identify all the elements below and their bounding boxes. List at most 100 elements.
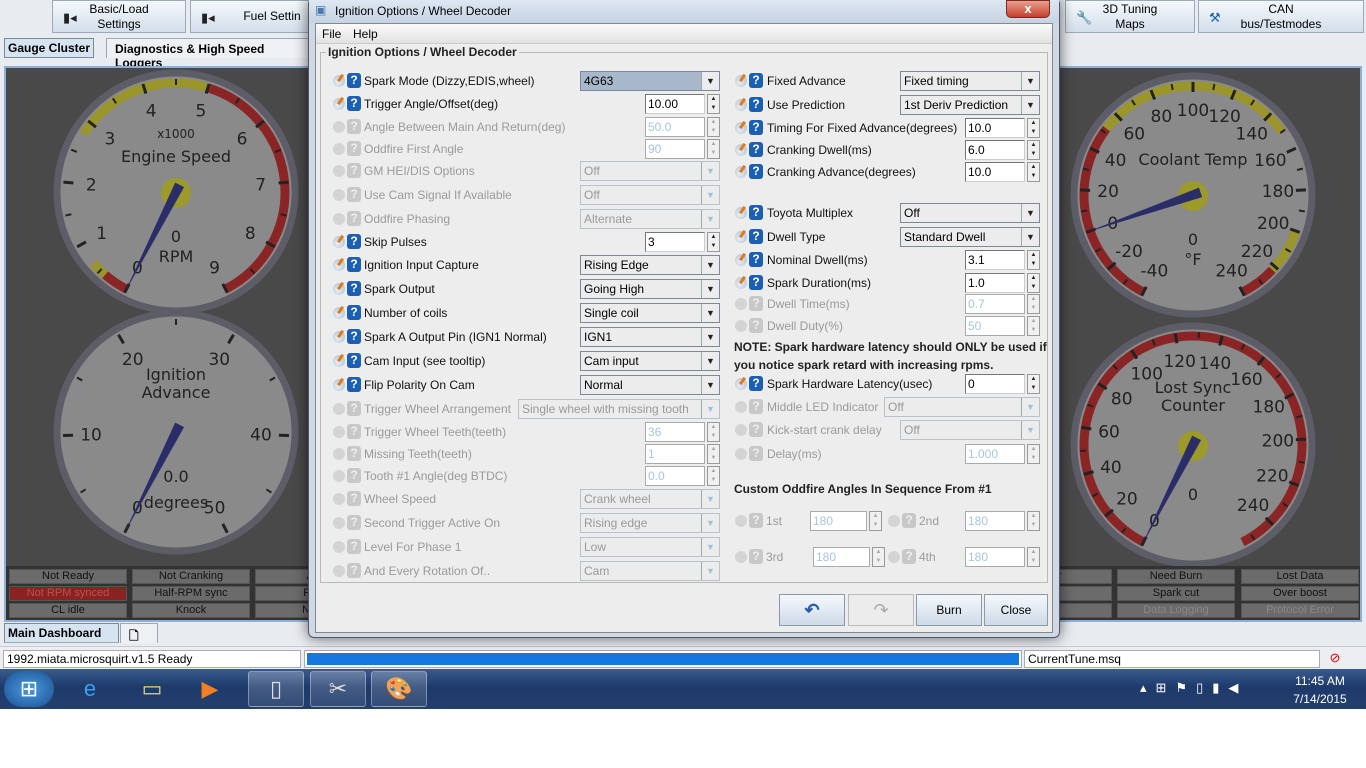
number-input[interactable]: 10.0 [965, 162, 1025, 182]
number-input[interactable]: 50.0 [645, 117, 705, 137]
help-icon[interactable]: ? [347, 377, 361, 392]
menu-help[interactable]: Help [353, 27, 378, 41]
spinner-arrows-icon[interactable]: ▲ ▼ [1027, 250, 1040, 270]
dropdown[interactable]: Rising edge ▼ [580, 513, 720, 533]
redo-button[interactable]: ↷ [848, 594, 914, 626]
help-icon[interactable]: ? [749, 318, 763, 333]
menu-file[interactable]: File [322, 27, 341, 41]
help-icon[interactable]: ? [347, 329, 361, 344]
dropdown[interactable]: 1st Deriv Prediction ▼ [900, 95, 1040, 115]
chevron-down-icon[interactable]: ▼ [701, 304, 719, 322]
spinner-arrows-icon[interactable]: ▲ ▼ [1027, 444, 1040, 464]
paint-icon[interactable]: 🎨 [371, 671, 427, 707]
help-icon[interactable]: ? [347, 491, 361, 506]
chevron-down-icon[interactable]: ▼ [701, 280, 719, 298]
dropdown[interactable]: Off ▼ [580, 185, 720, 205]
help-icon[interactable]: ? [749, 229, 763, 244]
close-icon[interactable]: x [1006, 0, 1050, 18]
chevron-down-icon[interactable]: ▼ [1021, 72, 1039, 90]
offline-icon[interactable]: ⊘ [1325, 650, 1345, 668]
help-icon[interactable]: ? [347, 446, 361, 461]
chevron-down-icon[interactable]: ▼ [701, 400, 719, 418]
can-bus-testmodes-button[interactable]: ⚒ CAN bus/Testmodes [1198, 0, 1364, 33]
help-icon[interactable]: ? [749, 399, 763, 414]
spinner-arrows-icon[interactable]: ▲ ▼ [869, 511, 882, 531]
spinner-arrows-icon[interactable]: ▲ ▼ [1027, 547, 1040, 567]
fuel-settings-button[interactable]: ▮◂ Fuel Settin [190, 0, 324, 33]
media-player-icon[interactable]: ▶ [182, 671, 238, 707]
help-icon[interactable]: ? [749, 97, 763, 112]
help-icon[interactable]: ? [347, 424, 361, 439]
basic-load-settings-button[interactable]: ▮◂ Basic/Load Settings [52, 0, 186, 33]
help-icon[interactable]: ? [749, 205, 763, 220]
dropdown[interactable]: Cam input ▼ [580, 351, 720, 371]
dropdown[interactable]: Standard Dwell ▼ [900, 227, 1040, 247]
dropdown[interactable]: IGN1 ▼ [580, 327, 720, 347]
help-icon[interactable]: ? [347, 563, 361, 578]
help-icon[interactable]: ? [347, 539, 361, 554]
dropdown[interactable]: Alternate ▼ [580, 209, 720, 229]
dropdown[interactable]: Normal ▼ [580, 375, 720, 395]
help-icon[interactable]: ? [749, 73, 763, 88]
spinner-arrows-icon[interactable]: ▲ ▼ [1027, 273, 1040, 293]
number-input[interactable]: 180 [813, 547, 870, 567]
chevron-down-icon[interactable]: ▼ [701, 538, 719, 556]
spinner-arrows-icon[interactable]: ▲ ▼ [872, 547, 885, 567]
dropdown[interactable]: Low ▼ [580, 537, 720, 557]
help-icon[interactable]: ? [347, 141, 361, 156]
help-icon[interactable]: ? [749, 120, 763, 135]
spinner-arrows-icon[interactable]: ▲ ▼ [1027, 294, 1040, 314]
dialog-taskbar-icon[interactable]: ✂ [310, 671, 366, 707]
chevron-down-icon[interactable]: ▼ [701, 186, 719, 204]
help-icon[interactable]: ? [347, 234, 361, 249]
number-input[interactable]: 1.0 [965, 273, 1025, 293]
help-icon[interactable]: ? [902, 513, 916, 528]
spinner-arrows-icon[interactable]: ▲ ▼ [707, 422, 720, 442]
spinner-arrows-icon[interactable]: ▲ ▼ [1027, 118, 1040, 138]
help-icon[interactable]: ? [347, 73, 361, 88]
chevron-down-icon[interactable]: ▼ [1021, 96, 1039, 114]
spinner-arrows-icon[interactable]: ▲ ▼ [1027, 162, 1040, 182]
internet-explorer-icon[interactable]: e [62, 671, 118, 707]
help-icon[interactable]: ? [749, 296, 763, 311]
number-input[interactable]: 6.0 [965, 140, 1025, 160]
number-input[interactable]: 1 [645, 444, 705, 464]
clock[interactable]: 11:45 AM 7/14/2015 [1290, 674, 1350, 706]
help-icon[interactable]: ? [749, 446, 763, 461]
chevron-down-icon[interactable]: ▼ [701, 162, 719, 180]
tunerstudio-taskbar-icon[interactable]: ▯ [248, 671, 304, 707]
help-icon[interactable]: ? [347, 187, 361, 202]
number-input[interactable]: 50 [965, 316, 1025, 336]
number-input[interactable]: 3.1 [965, 250, 1025, 270]
dialog-title-bar[interactable]: ▣ Ignition Options / Wheel Decoder [309, 0, 1059, 23]
tab-main-dashboard[interactable]: Main Dashboard [4, 623, 119, 643]
chevron-down-icon[interactable]: ▼ [1021, 228, 1039, 246]
chevron-down-icon[interactable]: ▼ [1021, 421, 1039, 439]
dropdown[interactable]: 4G63 ▼ [580, 71, 720, 91]
help-icon[interactable]: ? [347, 353, 361, 368]
spinner-arrows-icon[interactable]: ▲ ▼ [707, 117, 720, 137]
number-input[interactable]: 0.0 [645, 466, 705, 486]
tab-diagnostics[interactable]: Diagnostics & High Speed Loggers [106, 38, 316, 70]
dropdown[interactable]: Off ▼ [900, 203, 1040, 223]
start-button[interactable]: ⊞ [4, 671, 54, 707]
number-input[interactable]: 3 [645, 232, 705, 252]
chevron-down-icon[interactable]: ▼ [1021, 204, 1039, 222]
3d-tuning-maps-button[interactable]: 🔧 3D Tuning Maps [1065, 0, 1195, 33]
spinner-arrows-icon[interactable]: ▲ ▼ [1027, 316, 1040, 336]
help-icon[interactable]: ? [347, 211, 361, 226]
spinner-arrows-icon[interactable]: ▲ ▼ [1027, 374, 1040, 394]
number-input[interactable]: 180 [810, 511, 867, 531]
chevron-down-icon[interactable]: ▼ [701, 72, 719, 90]
dropdown[interactable]: Single wheel with missing tooth ▼ [518, 399, 720, 419]
help-icon[interactable]: ? [347, 163, 361, 178]
number-input[interactable]: 1.000 [965, 444, 1025, 464]
dropdown[interactable]: Cam ▼ [580, 561, 720, 581]
number-input[interactable]: 0 [965, 374, 1025, 394]
chevron-down-icon[interactable]: ▼ [701, 562, 719, 580]
new-dashboard-tab[interactable]: 🗋 [120, 623, 158, 643]
chevron-down-icon[interactable]: ▼ [701, 328, 719, 346]
close-button[interactable]: Close [984, 594, 1048, 626]
help-icon[interactable]: ? [347, 468, 361, 483]
spinner-arrows-icon[interactable]: ▲ ▼ [707, 444, 720, 464]
